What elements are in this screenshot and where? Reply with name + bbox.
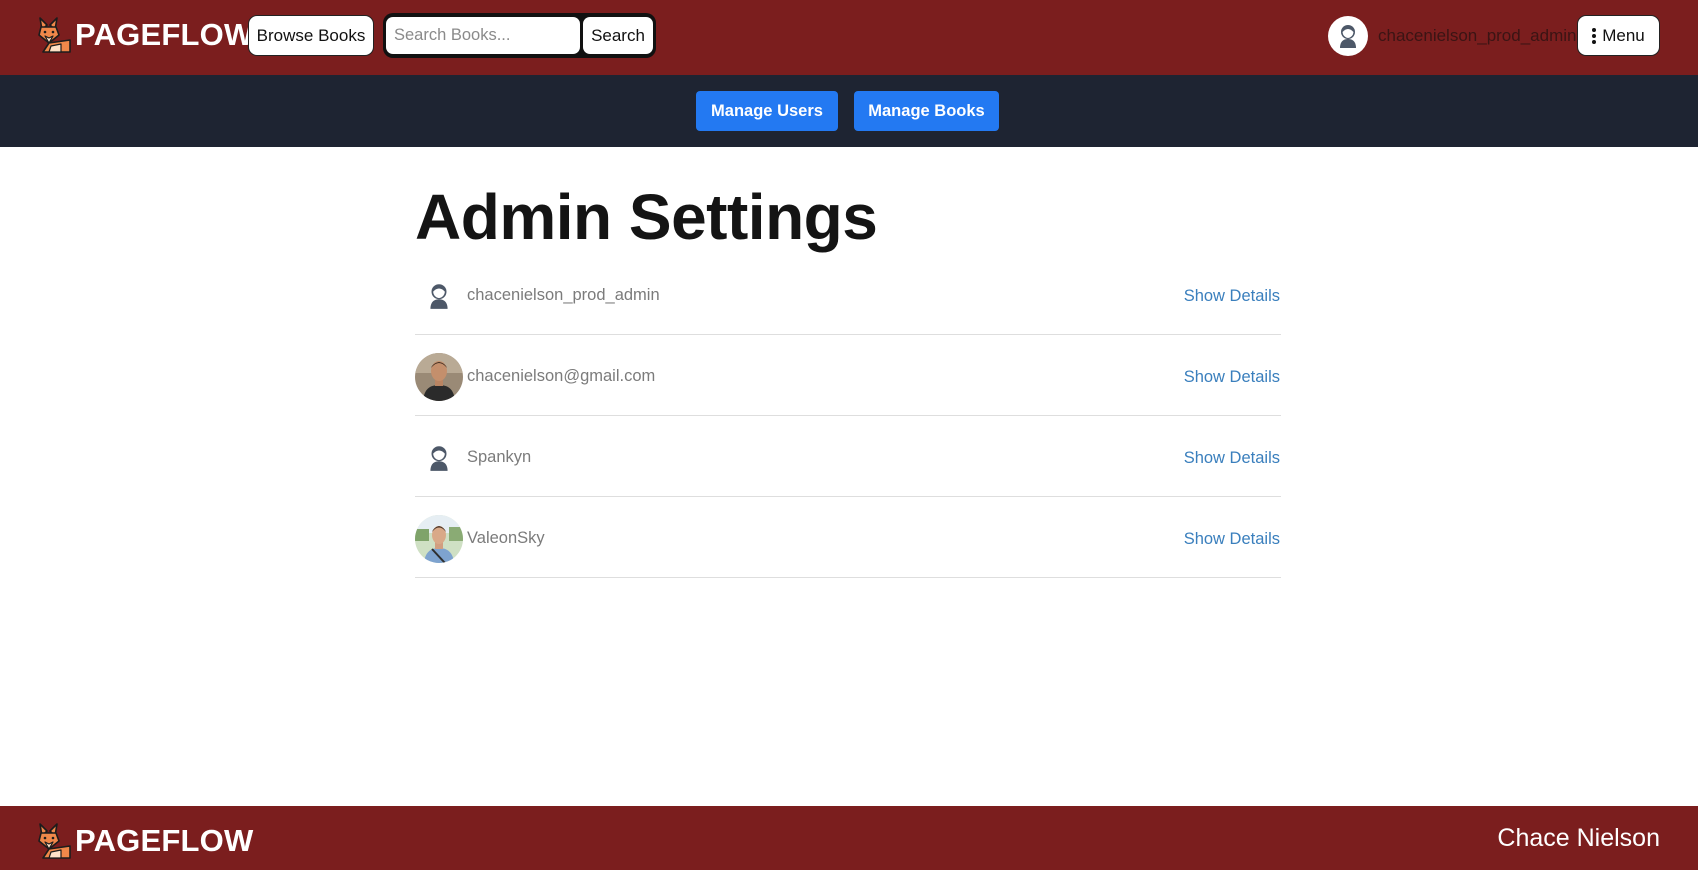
user-avatar: [415, 272, 463, 320]
user-photo: [415, 353, 463, 401]
user-list: chacenielson_prod_admin Show Details cha…: [415, 254, 1281, 578]
user-row: Spankyn Show Details: [415, 416, 1281, 497]
footer-brand-name: PAGEFLOW: [75, 823, 254, 858]
user-row: chacenielson_prod_admin Show Details: [415, 254, 1281, 335]
show-details-link[interactable]: Show Details: [1184, 287, 1280, 306]
footer-brand[interactable]: PAGEFLOW: [37, 822, 253, 860]
browse-books-button[interactable]: Browse Books: [248, 15, 374, 56]
user-avatar[interactable]: [1328, 16, 1368, 56]
user-photo-image: [415, 515, 463, 563]
user-name: Spankyn: [467, 448, 532, 466]
footer-author: Chace Nielson: [1497, 824, 1660, 852]
default-avatar-icon: [430, 284, 448, 309]
user-photo-image: [415, 353, 463, 401]
user-name: ValeonSky: [467, 529, 545, 547]
user-photo: [415, 515, 463, 563]
menu-label: Menu: [1602, 25, 1645, 45]
brand-name: PAGEFLOW: [75, 17, 254, 52]
user-avatar: [415, 434, 463, 482]
user-row: chacenielson@gmail.com Show Details: [415, 335, 1281, 416]
admin-nav-bar: Manage Users Manage Books: [0, 75, 1698, 147]
menu-button[interactable]: Menu: [1577, 15, 1660, 56]
user-name: chacenielson_prod_admin: [467, 286, 660, 304]
user-name: chacenielson@gmail.com: [467, 367, 656, 385]
manage-books-button[interactable]: Manage Books: [854, 91, 999, 131]
user-row: ValeonSky Show Details: [415, 497, 1281, 578]
manage-users-button[interactable]: Manage Users: [696, 91, 838, 131]
fox-logo-icon: [38, 823, 71, 859]
page-title: Admin Settings: [415, 181, 878, 253]
show-details-link[interactable]: Show Details: [1184, 368, 1280, 387]
show-details-link[interactable]: Show Details: [1184, 530, 1280, 549]
top-header: PAGEFLOW Browse Books Search chacenielso…: [0, 0, 1698, 75]
footer: PAGEFLOW Chace Nielson: [0, 806, 1698, 870]
brand-logo-link[interactable]: PAGEFLOW: [37, 16, 253, 54]
show-details-link[interactable]: Show Details: [1184, 449, 1280, 468]
search-form: Search: [383, 13, 656, 58]
kebab-menu-icon: [1592, 26, 1597, 46]
current-username: chacenielson_prod_admin: [1378, 26, 1577, 45]
default-avatar-icon: [1340, 25, 1356, 48]
search-input[interactable]: [386, 17, 580, 54]
search-button[interactable]: Search: [583, 17, 653, 54]
fox-logo-icon: [38, 17, 71, 53]
default-avatar-icon: [430, 446, 448, 471]
